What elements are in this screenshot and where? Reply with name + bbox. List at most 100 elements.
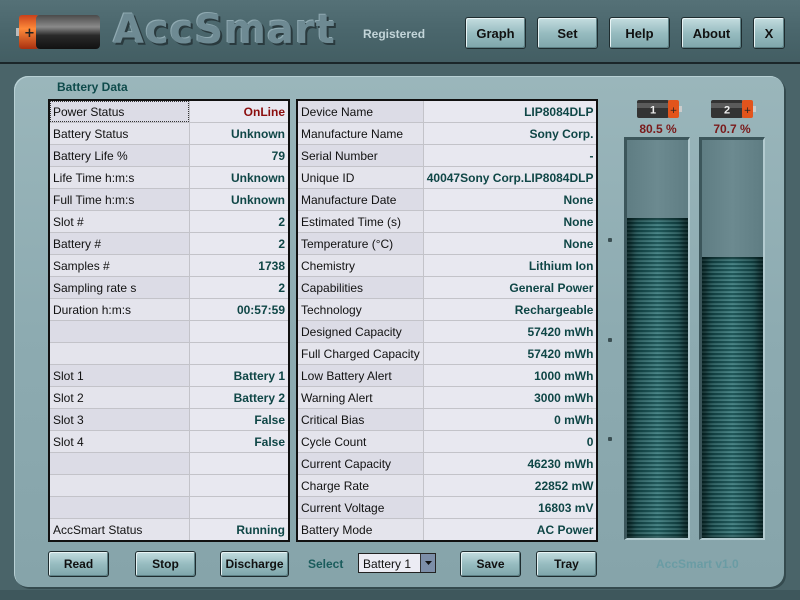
row-value: Lithium Ion (422, 254, 598, 277)
row-value: 57420 mWh (422, 342, 598, 365)
row-value: Running (189, 518, 290, 542)
table-row: Full Charged Capacity 57420 mWh (296, 342, 598, 365)
row-label: Serial Number (296, 144, 424, 167)
tray-button[interactable]: Tray (536, 551, 597, 577)
row-label: Full Time h:m:s (48, 188, 190, 211)
svg-text:+: + (744, 106, 752, 116)
table-row: Slot 2 Battery 2 (48, 386, 290, 409)
battery-2-icon: +2 (711, 100, 756, 118)
table-row: AccSmart Status Running (48, 518, 290, 542)
table-row: Slot 3 False (48, 408, 290, 431)
row-label: Slot 1 (48, 364, 190, 387)
row-label: Capabilities (296, 276, 424, 299)
row-value: LIP8084DLP (422, 99, 598, 123)
table-row: Life Time h:m:s Unknown (48, 166, 290, 189)
row-value (189, 496, 290, 519)
table-row: Battery #2 (48, 232, 290, 255)
table-row: Current Voltage 16803 mV (296, 496, 598, 519)
row-label (48, 452, 190, 475)
select-label: Select (308, 557, 344, 571)
row-label: Sampling rate s (48, 276, 190, 299)
row-label: Slot 3 (48, 408, 190, 431)
battery-logo-icon: + (16, 15, 100, 49)
row-label (48, 342, 190, 365)
row-value: 0 mWh (422, 408, 598, 431)
table-row: Duration h:m:s 00:57:59 (48, 298, 290, 321)
row-label: AccSmart Status (48, 518, 190, 542)
table-row (48, 320, 290, 343)
row-value: False (189, 430, 290, 453)
row-value: None (422, 210, 598, 233)
table-row: Full Time h:m:s Unknown (48, 188, 290, 211)
table-row: Slot #2 (48, 210, 290, 233)
row-value: 3000 mWh (422, 386, 598, 409)
table-row: Cycle Count 0 (296, 430, 598, 453)
row-value: 1738 (189, 254, 290, 277)
row-label: Critical Bias (296, 408, 424, 431)
battery-2-level-meter (699, 137, 765, 540)
row-label: Full Charged Capacity (296, 342, 424, 365)
read-button[interactable]: Read (48, 551, 109, 577)
row-value: None (422, 188, 598, 211)
row-label: Device Name (296, 99, 424, 123)
battery-select-value: Battery 1 (363, 557, 412, 571)
row-value: Rechargeable (422, 298, 598, 321)
registration-status: Registered (363, 27, 426, 41)
table-row: Technology Rechargeable (296, 298, 598, 321)
table-row: Sampling rate s2 (48, 276, 290, 299)
table-row: Capabilities General Power (296, 276, 598, 299)
close-button[interactable]: X (753, 17, 785, 49)
row-value: 1000 mWh (422, 364, 598, 387)
set-button[interactable]: Set (537, 17, 598, 49)
battery-2-percent: 70.7 % (713, 122, 751, 136)
table-row: Serial Number - (296, 144, 598, 167)
row-label (48, 496, 190, 519)
row-label: Technology (296, 298, 424, 321)
save-button[interactable]: Save (460, 551, 521, 577)
row-value: 16803 mV (422, 496, 598, 519)
row-value (189, 474, 290, 497)
row-value: Sony Corp. (422, 122, 598, 145)
dropdown-arrow-icon[interactable] (420, 554, 435, 572)
about-button[interactable]: About (681, 17, 742, 49)
table-row: Slot 4 False (48, 430, 290, 453)
battery-select[interactable]: Battery 1 (358, 553, 436, 573)
table-row: Temperature (°C) None (296, 232, 598, 255)
row-label (48, 474, 190, 497)
table-row: Low Battery Alert 1000 mWh (296, 364, 598, 387)
row-value: - (422, 144, 598, 167)
section-title: Battery Data (57, 80, 128, 94)
stop-button[interactable]: Stop (135, 551, 196, 577)
row-value: Unknown (189, 188, 290, 211)
row-label: Manufacture Name (296, 122, 424, 145)
row-label (48, 320, 190, 343)
table-row: Samples #1738 (48, 254, 290, 277)
scale-tick (608, 437, 612, 441)
row-value: 57420 mWh (422, 320, 598, 343)
row-value: Unknown (189, 166, 290, 189)
row-label: Charge Rate (296, 474, 424, 497)
row-value: 22852 mW (422, 474, 598, 497)
row-label: Slot # (48, 210, 190, 233)
table-row: Device Name LIP8084DLP (296, 99, 598, 123)
row-label: Current Capacity (296, 452, 424, 475)
row-label: Samples # (48, 254, 190, 277)
row-value (189, 452, 290, 475)
row-label: Unique ID (296, 166, 424, 189)
row-value: 79 (189, 144, 290, 167)
row-value: AC Power (422, 518, 598, 542)
row-value: 0 (422, 430, 598, 453)
row-value: 2 (189, 232, 290, 255)
row-label: Battery Status (48, 122, 190, 145)
discharge-button[interactable]: Discharge (220, 551, 289, 577)
table-row: Current Capacity 46230 mWh (296, 452, 598, 475)
row-label: Cycle Count (296, 430, 424, 453)
table-row (48, 496, 290, 519)
row-label: Slot 2 (48, 386, 190, 409)
footer-strip (0, 590, 800, 600)
row-label: Life Time h:m:s (48, 166, 190, 189)
table-row: Slot 1 Battery 1 (48, 364, 290, 387)
row-label: Battery Life % (48, 144, 190, 167)
graph-button[interactable]: Graph (465, 17, 526, 49)
help-button[interactable]: Help (609, 17, 670, 49)
